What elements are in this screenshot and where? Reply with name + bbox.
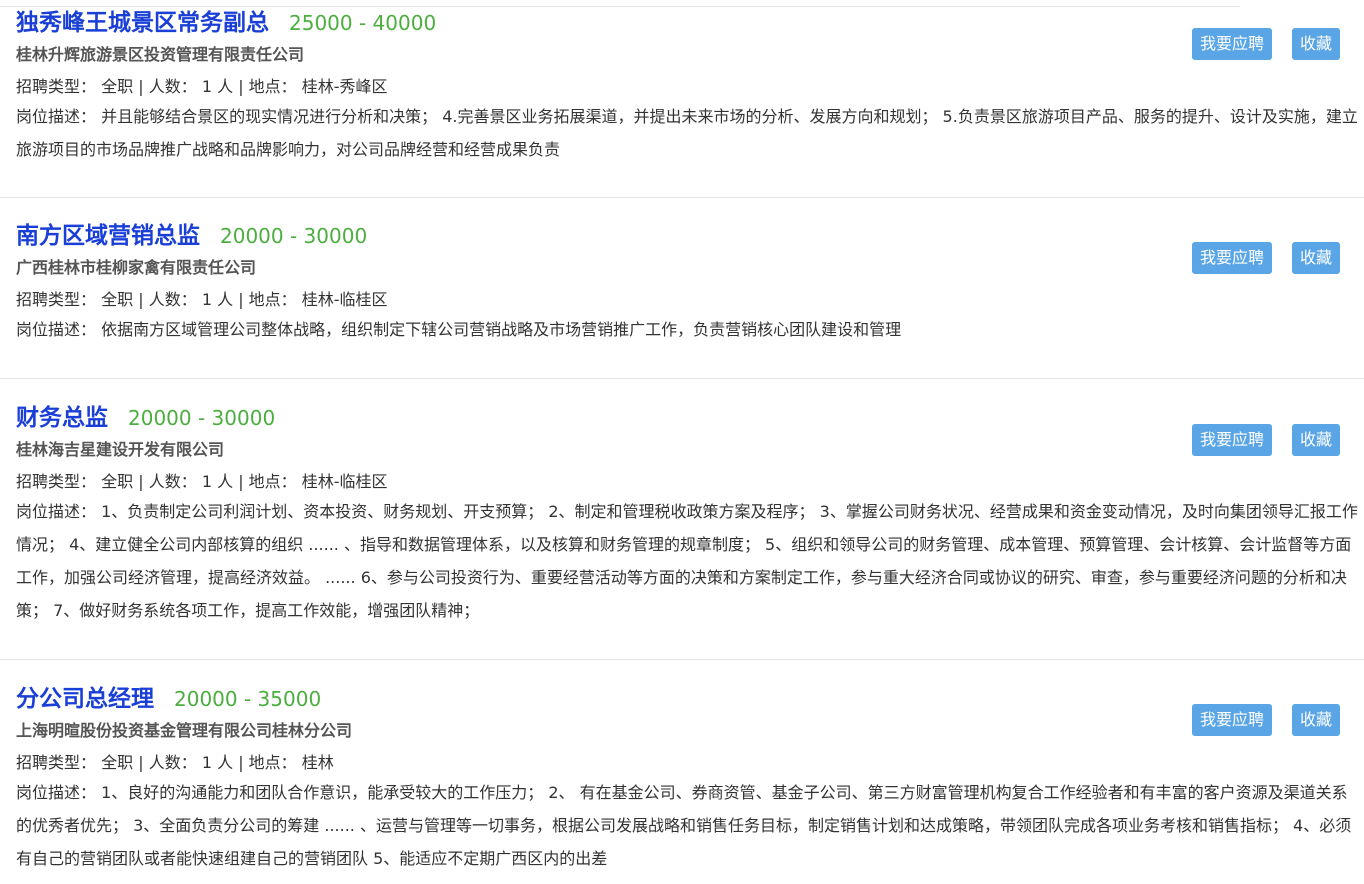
job-salary: 25000 - 40000: [289, 11, 437, 35]
job-location: 桂林-临桂区: [301, 290, 388, 309]
job-card: 分公司总经理 20000 - 35000 上海明暄股份投资基金管理有限公司桂林分…: [0, 660, 1364, 884]
job-meta: 招聘类型： 全职 | 人数： 1 人 | 地点： 桂林-秀峰区: [16, 76, 1364, 98]
meta-separator: |: [138, 753, 144, 772]
job-description: 岗位描述： 并且能够结合景区的现实情况进行分析和决策； 4.完善景区业务拓展渠道…: [16, 100, 1360, 166]
type-label: 招聘类型：: [16, 472, 97, 491]
job-actions: 我要应聘 收藏: [1191, 424, 1340, 456]
company-name: 桂林海吉星建设开发有限公司: [16, 440, 225, 459]
location-label: 地点：: [248, 77, 297, 96]
location-label: 地点：: [248, 753, 297, 772]
job-card: 独秀峰王城景区常务副总 25000 - 40000 桂林升辉旅游景区投资管理有限…: [0, 0, 1364, 198]
favorite-button[interactable]: 收藏: [1291, 424, 1340, 456]
desc-text: 依据南方区域管理公司整体战略，组织制定下辖公司营销战略及市场营销推广工作，负责营…: [101, 320, 902, 339]
desc-text: 并且能够结合景区的现实情况进行分析和决策； 4.完善景区业务拓展渠道，并提出未来…: [16, 107, 1358, 159]
job-actions: 我要应聘 收藏: [1191, 704, 1340, 736]
job-description: 岗位描述： 依据南方区域管理公司整体战略，组织制定下辖公司营销战略及市场营销推广…: [16, 313, 1360, 346]
job-meta: 招聘类型： 全职 | 人数： 1 人 | 地点： 桂林-临桂区: [16, 289, 1364, 311]
job-location: 桂林-秀峰区: [301, 77, 388, 96]
company-name: 桂林升辉旅游景区投资管理有限责任公司: [16, 45, 305, 64]
job-salary: 20000 - 30000: [128, 406, 276, 430]
count-label: 人数：: [148, 753, 197, 772]
location-label: 地点：: [248, 290, 297, 309]
job-count: 1 人: [201, 77, 234, 96]
job-count: 1 人: [201, 472, 234, 491]
meta-separator: |: [138, 472, 144, 491]
meta-separator: |: [138, 290, 144, 309]
location-label: 地点：: [248, 472, 297, 491]
count-label: 人数：: [148, 472, 197, 491]
apply-button[interactable]: 我要应聘: [1191, 28, 1272, 60]
meta-separator: |: [238, 472, 244, 491]
job-header: 独秀峰王城景区常务副总 25000 - 40000: [16, 8, 1364, 38]
desc-label: 岗位描述：: [16, 320, 97, 339]
apply-button[interactable]: 我要应聘: [1191, 424, 1272, 456]
job-title-link[interactable]: 独秀峰王城景区常务副总: [16, 8, 269, 38]
apply-button[interactable]: 我要应聘: [1191, 242, 1272, 274]
job-header: 南方区域营销总监 20000 - 30000: [16, 221, 1364, 251]
job-description: 岗位描述： 1、负责制定公司利润计划、资本投资、财务规划、开支预算； 2、制定和…: [16, 495, 1360, 627]
type-label: 招聘类型：: [16, 77, 97, 96]
meta-separator: |: [238, 753, 244, 772]
job-type: 全职: [101, 472, 134, 491]
meta-separator: |: [138, 77, 144, 96]
desc-label: 岗位描述：: [16, 502, 97, 521]
favorite-button[interactable]: 收藏: [1291, 704, 1340, 736]
desc-text: 1、负责制定公司利润计划、资本投资、财务规划、开支预算； 2、制定和管理税收政策…: [16, 502, 1358, 620]
desc-text: 1、良好的沟通能力和团队合作意识，能承受较大的工作压力； 2、 有在基金公司、券…: [16, 783, 1352, 868]
job-count: 1 人: [201, 290, 234, 309]
job-card: 南方区域营销总监 20000 - 30000 广西桂林市桂柳家禽有限责任公司 招…: [0, 198, 1364, 379]
count-label: 人数：: [148, 77, 197, 96]
job-location: 桂林-临桂区: [301, 472, 388, 491]
job-salary: 20000 - 30000: [220, 224, 368, 248]
job-meta: 招聘类型： 全职 | 人数： 1 人 | 地点： 桂林: [16, 752, 1364, 774]
job-title-link[interactable]: 南方区域营销总监: [16, 221, 200, 251]
company-name: 广西桂林市桂柳家禽有限责任公司: [16, 258, 257, 277]
favorite-button[interactable]: 收藏: [1291, 28, 1340, 60]
job-actions: 我要应聘 收藏: [1191, 242, 1340, 274]
job-count: 1 人: [201, 753, 234, 772]
job-type: 全职: [101, 290, 134, 309]
desc-label: 岗位描述：: [16, 107, 97, 126]
job-salary: 20000 - 35000: [174, 687, 322, 711]
desc-label: 岗位描述：: [16, 783, 97, 802]
job-title-link[interactable]: 财务总监: [16, 403, 108, 433]
job-header: 分公司总经理 20000 - 35000: [16, 684, 1364, 714]
apply-button[interactable]: 我要应聘: [1191, 704, 1272, 736]
favorite-button[interactable]: 收藏: [1291, 242, 1340, 274]
job-type: 全职: [101, 77, 134, 96]
meta-separator: |: [238, 77, 244, 96]
count-label: 人数：: [148, 290, 197, 309]
company-name: 上海明暄股份投资基金管理有限公司桂林分公司: [16, 721, 353, 740]
job-actions: 我要应聘 收藏: [1191, 28, 1340, 60]
meta-separator: |: [238, 290, 244, 309]
job-card: 财务总监 20000 - 30000 桂林海吉星建设开发有限公司 招聘类型： 全…: [0, 379, 1364, 660]
type-label: 招聘类型：: [16, 753, 97, 772]
job-list: 独秀峰王城景区常务副总 25000 - 40000 桂林升辉旅游景区投资管理有限…: [0, 0, 1364, 884]
job-header: 财务总监 20000 - 30000: [16, 403, 1364, 433]
job-type: 全职: [101, 753, 134, 772]
type-label: 招聘类型：: [16, 290, 97, 309]
job-location: 桂林: [301, 753, 334, 772]
job-title-link[interactable]: 分公司总经理: [16, 684, 154, 714]
job-description: 岗位描述： 1、良好的沟通能力和团队合作意识，能承受较大的工作压力； 2、 有在…: [16, 776, 1360, 875]
job-meta: 招聘类型： 全职 | 人数： 1 人 | 地点： 桂林-临桂区: [16, 471, 1364, 493]
